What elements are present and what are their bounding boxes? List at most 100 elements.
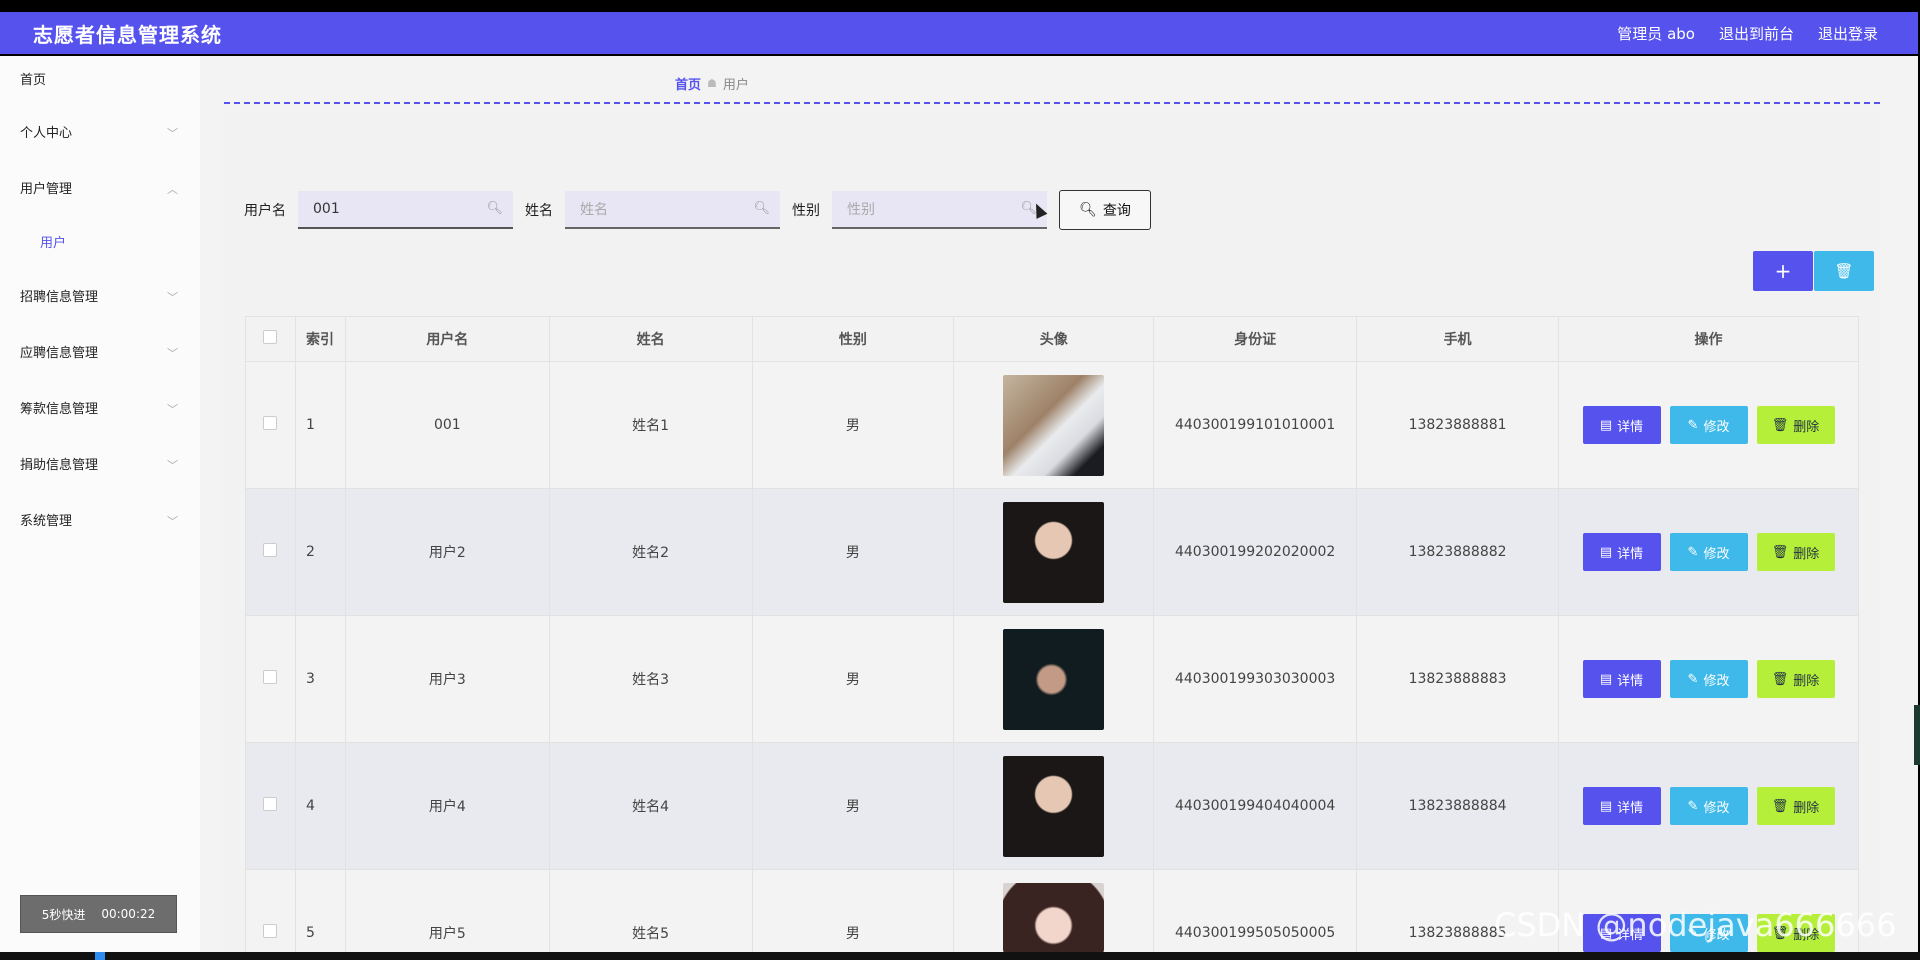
cell-phone: 13823888884: [1356, 742, 1559, 870]
row-checkbox-cell[interactable]: [245, 742, 296, 870]
row-checkbox-cell[interactable]: [245, 361, 296, 489]
edit-button[interactable]: ✎ 修改: [1669, 660, 1748, 698]
gender-input[interactable]: 性别 🔍︎: [832, 191, 1047, 229]
row-checkbox[interactable]: [263, 924, 278, 938]
delete-button[interactable]: 🗑 删除: [1756, 787, 1835, 825]
cell-actions: ▤ 详情 ✎ 修改 🗑 删除: [1558, 361, 1859, 489]
name-label: 姓名: [525, 203, 553, 219]
detail-button[interactable]: ▤ 详情: [1582, 660, 1661, 698]
sidebar-item-fundraise[interactable]: 筹款信息管理 ﹀: [0, 382, 200, 438]
sidebar-subitem-user[interactable]: 用户: [0, 218, 200, 270]
select-all-checkbox[interactable]: [263, 330, 278, 344]
sidebar-item-label: 筹款信息管理: [20, 402, 99, 417]
document-icon: ▤: [1599, 417, 1613, 433]
query-label: 查询: [1102, 203, 1131, 219]
cell-gender: 男: [751, 615, 955, 743]
cell-index: 2: [294, 488, 346, 616]
document-icon: ▤: [1599, 544, 1613, 560]
sidebar-item-home[interactable]: 首页: [0, 56, 200, 106]
cell-idcard: 440300199101010001: [1153, 361, 1358, 489]
sidebar-item-recruit[interactable]: 招聘信息管理 ﹀: [0, 270, 200, 326]
edit-button[interactable]: ✎ 修改: [1669, 533, 1748, 571]
detail-button[interactable]: ▤ 详情: [1582, 406, 1661, 444]
sidebar-item-apply[interactable]: 应聘信息管理 ﹀: [0, 326, 200, 382]
cell-avatar: [953, 742, 1155, 870]
sidebar-item-label: 用户管理: [20, 182, 73, 197]
header-actions: 操作: [1558, 316, 1859, 362]
gender-label: 性别: [792, 203, 820, 219]
detail-label: 详情: [1617, 419, 1644, 435]
chevron-down-icon: ﹀: [167, 515, 178, 528]
delete-button[interactable]: 🗑 删除: [1756, 660, 1835, 698]
sidebar: 首页 个人中心 ﹀ 用户管理 ︿ 用户 招聘信息管理 ﹀ 应聘信息管理 ﹀ 筹款…: [0, 56, 200, 960]
trash-icon: 🗑: [1771, 798, 1789, 814]
avatar: [1003, 882, 1105, 960]
avatar: [1003, 628, 1105, 730]
cell-name: 姓名3: [548, 615, 753, 743]
row-checkbox[interactable]: [263, 670, 278, 684]
delete-button[interactable]: 🗑 删除: [1756, 533, 1835, 571]
chevron-down-icon: ﹀: [167, 347, 178, 360]
chevron-down-icon: ﹀: [167, 403, 178, 416]
cell-gender: 男: [751, 361, 955, 489]
sidebar-item-label: 个人中心: [20, 126, 73, 141]
row-checkbox[interactable]: [263, 543, 278, 557]
detail-label: 详情: [1617, 800, 1644, 816]
username-input[interactable]: 001 🔍︎: [298, 191, 513, 229]
cell-username: 用户3: [344, 615, 550, 743]
cell-phone: 13823888881: [1356, 361, 1559, 489]
row-actions: ▤ 详情 ✎ 修改 🗑 删除: [1559, 660, 1858, 698]
add-button[interactable]: +: [1753, 251, 1813, 291]
pencil-icon: ✎: [1687, 417, 1699, 433]
header-idcard: 身份证: [1153, 316, 1358, 362]
timer-label: 5秒快进: [41, 907, 86, 922]
scrollbar-thumb[interactable]: [1914, 705, 1920, 765]
delete-label: 删除: [1793, 800, 1820, 816]
sidebar-item-user-mgmt[interactable]: 用户管理 ︿: [0, 162, 200, 218]
cell-index: 3: [294, 615, 346, 743]
logout-link[interactable]: 退出登录: [1818, 23, 1878, 44]
cell-avatar: [953, 615, 1155, 743]
detail-button[interactable]: ▤ 详情: [1582, 787, 1661, 825]
header-gender: 性别: [751, 316, 955, 362]
document-icon: ▤: [1599, 671, 1613, 687]
table-row: 4 用户4 姓名4 男 440300199404040004 138238888…: [245, 742, 1859, 870]
select-all-checkbox-cell[interactable]: [245, 316, 296, 362]
detail-button[interactable]: ▤ 详情: [1582, 533, 1661, 571]
cell-name: 姓名5: [548, 869, 753, 960]
header-name: 姓名: [548, 316, 753, 362]
header-index: 索引: [294, 316, 346, 362]
cell-actions: ▤ 详情 ✎ 修改 🗑 删除: [1558, 615, 1859, 743]
edit-button[interactable]: ✎ 修改: [1669, 406, 1748, 444]
edit-label: 修改: [1703, 419, 1730, 435]
cell-gender: 男: [751, 742, 955, 870]
bottom-black-bar: [0, 952, 1920, 960]
sidebar-item-system[interactable]: 系统管理 ﹀: [0, 494, 200, 550]
sidebar-item-personal[interactable]: 个人中心 ﹀: [0, 106, 200, 162]
table-row: 3 用户3 姓名3 男 440300199303030003 138238888…: [245, 615, 1859, 743]
delete-button[interactable]: 🗑 删除: [1756, 406, 1835, 444]
sidebar-item-donation[interactable]: 捐助信息管理 ﹀: [0, 438, 200, 494]
sidebar-item-label: 招聘信息管理: [20, 290, 99, 305]
username-label: 用户名: [244, 203, 286, 219]
row-checkbox-cell[interactable]: [245, 615, 296, 743]
breadcrumb-separator-icon: ☗: [707, 77, 717, 90]
edit-button[interactable]: ✎ 修改: [1669, 787, 1748, 825]
breadcrumb-home[interactable]: 首页: [675, 74, 701, 93]
batch-delete-button[interactable]: 🗑: [1814, 251, 1874, 291]
detail-label: 详情: [1617, 673, 1644, 689]
query-button[interactable]: 🔍︎ 查询: [1059, 190, 1151, 230]
admin-label: 管理员 abo: [1617, 24, 1695, 43]
row-checkbox-cell[interactable]: [245, 869, 296, 960]
fast-forward-timer[interactable]: 5秒快进 00:00:22: [20, 895, 177, 933]
search-icon: 🔍︎: [1079, 202, 1097, 218]
cell-name: 姓名1: [548, 361, 753, 489]
app-title: 志愿者信息管理系统: [33, 22, 222, 47]
row-checkbox[interactable]: [263, 416, 278, 430]
row-checkbox[interactable]: [263, 797, 278, 811]
trash-icon: 🗑: [1771, 671, 1789, 687]
front-link[interactable]: 退出到前台: [1719, 23, 1794, 44]
name-input[interactable]: 姓名 🔍︎: [565, 191, 780, 229]
row-checkbox-cell[interactable]: [245, 488, 296, 616]
gender-placeholder: 性别: [847, 202, 875, 218]
